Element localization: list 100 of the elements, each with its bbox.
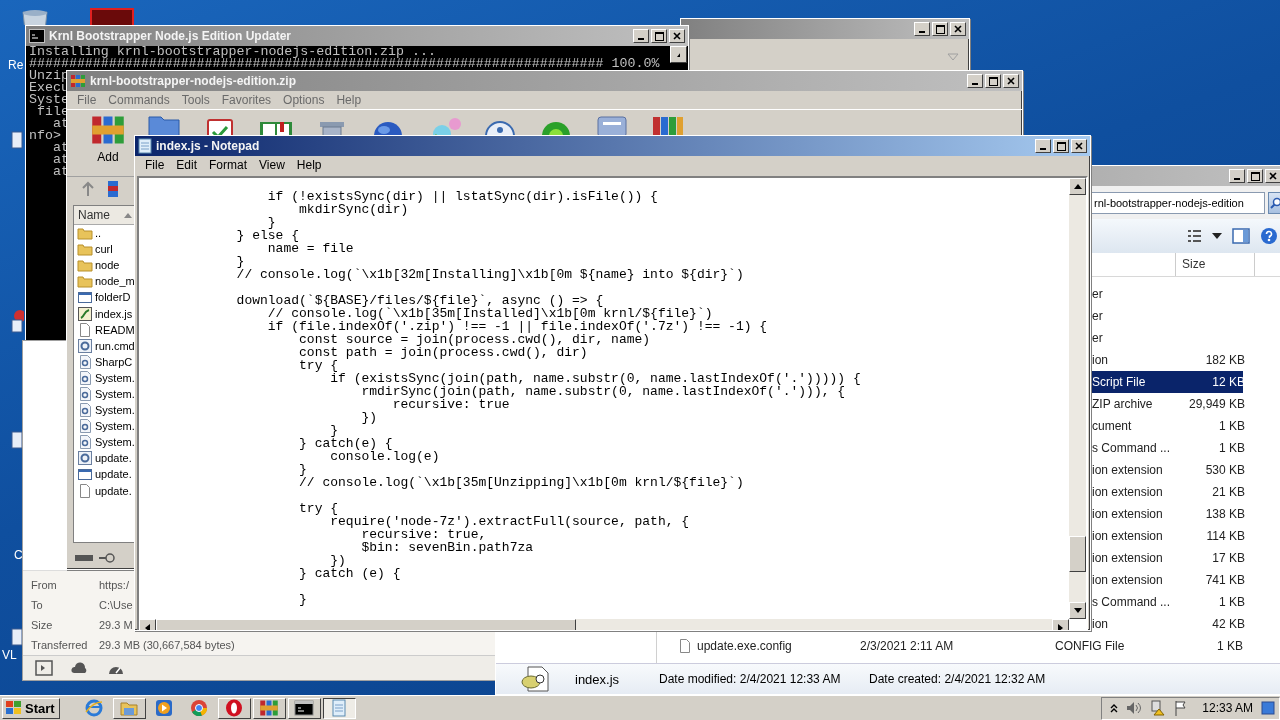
menu-item[interactable]: Help xyxy=(290,157,328,173)
field-value: 29.3 M xyxy=(99,619,133,631)
file-name[interactable]: System. xyxy=(95,420,135,433)
file-row[interactable]: ion 42 KB xyxy=(1090,613,1243,635)
file-name[interactable]: node_m xyxy=(95,275,135,288)
maximize-button[interactable] xyxy=(1247,169,1263,183)
file-row[interactable]: ion extension 138 KB xyxy=(1090,503,1243,525)
scroll-up-button[interactable] xyxy=(670,46,687,63)
file-name[interactable]: folderD xyxy=(95,291,131,304)
menu-item[interactable]: Favorites xyxy=(215,92,278,108)
taskbar-button[interactable] xyxy=(322,697,356,719)
close-icon xyxy=(1007,77,1015,85)
file-name[interactable]: System. xyxy=(95,388,135,400)
code-line: require('node-7z').extractFull(source, path, { xyxy=(329,515,691,528)
file-row[interactable]: ion extension 114 KB xyxy=(1090,525,1243,547)
file-row[interactable]: update.exe.config 2/3/2021 2:11 AM CONFIG File 1 KB xyxy=(677,635,1243,657)
clock[interactable]: 12:33 AM xyxy=(1202,701,1253,715)
help-icon[interactable] xyxy=(1260,227,1278,245)
minimize-button[interactable] xyxy=(967,74,983,88)
file-row[interactable]: ion extension 741 KB xyxy=(1090,569,1243,591)
file-row[interactable]: s Command ... 1 KB xyxy=(1090,437,1243,459)
desktop-icon-label[interactable]: C xyxy=(14,548,23,562)
books-icon xyxy=(650,116,686,135)
close-button[interactable] xyxy=(950,22,966,36)
desktop-icon-label[interactable]: VL xyxy=(2,648,17,662)
menu-item[interactable]: View xyxy=(253,157,291,173)
file-name[interactable]: System. xyxy=(95,436,135,449)
file-name[interactable]: System. xyxy=(95,371,135,384)
file-name[interactable]: update. xyxy=(95,484,132,497)
speaker-icon[interactable] xyxy=(1126,701,1143,715)
file-type: ion extension xyxy=(1092,529,1163,543)
file-size: 17 KB xyxy=(1212,551,1245,565)
close-button[interactable] xyxy=(1003,74,1019,88)
menu-item[interactable]: Format xyxy=(203,157,254,173)
show-desktop-icon[interactable] xyxy=(1261,700,1275,716)
file-name[interactable]: run.cmd xyxy=(95,339,135,352)
desktop-icon[interactable] xyxy=(10,627,24,647)
search-button[interactable] xyxy=(1268,191,1280,214)
file-name[interactable]: update. xyxy=(95,468,132,481)
file-row[interactable]: ion extension 17 KB xyxy=(1090,547,1243,569)
view-icon[interactable] xyxy=(1186,228,1202,244)
file-name[interactable]: node xyxy=(95,259,120,272)
file-size: 21 KB xyxy=(1212,485,1245,499)
start-button[interactable]: Start xyxy=(2,697,60,719)
file-name[interactable]: System. xyxy=(95,404,135,417)
minimize-button[interactable] xyxy=(1035,139,1051,153)
file-name[interactable]: SharpC xyxy=(95,355,133,368)
menu-item[interactable]: Commands xyxy=(102,92,176,108)
file-row[interactable]: er xyxy=(1090,283,1243,305)
document-icon xyxy=(77,482,93,499)
file-name[interactable]: READM xyxy=(95,323,135,336)
menu-item[interactable]: File xyxy=(71,92,103,108)
close-button[interactable] xyxy=(1071,139,1087,153)
scrollbar-thumb[interactable] xyxy=(1069,536,1086,572)
file-size: 1 KB xyxy=(1219,441,1245,455)
desktop-icon[interactable] xyxy=(10,310,24,334)
file-row[interactable]: er xyxy=(1090,327,1243,349)
file-type: ion extension xyxy=(1092,507,1163,521)
file-name[interactable]: .. xyxy=(95,227,102,240)
maximize-button[interactable] xyxy=(985,74,1001,88)
preview-pane-icon[interactable] xyxy=(1232,228,1250,244)
menu-item[interactable]: Options xyxy=(277,92,331,108)
column-header[interactable]: Size xyxy=(1175,253,1255,276)
network-icon[interactable] xyxy=(1150,700,1167,716)
maximize-button[interactable] xyxy=(1053,139,1069,153)
minimize-button[interactable] xyxy=(914,22,930,36)
menu-item[interactable]: File xyxy=(139,157,171,173)
file-row[interactable]: cument 1 KB xyxy=(1090,415,1243,437)
chevron-up-icon[interactable] xyxy=(1110,703,1119,713)
file-type: s Command ... xyxy=(1092,595,1171,609)
desktop-icon[interactable] xyxy=(10,130,24,150)
maximize-button[interactable] xyxy=(932,22,948,36)
menu-item[interactable]: Tools xyxy=(175,92,216,108)
code-line: const path = join(process.cwd(), dir) xyxy=(298,346,589,359)
code-line: const source = join(process.cwd(), dir, name) xyxy=(299,333,651,346)
maximize-button[interactable] xyxy=(651,29,667,43)
flag-icon[interactable] xyxy=(1174,700,1189,716)
file-row[interactable]: er xyxy=(1090,305,1243,327)
menu-item[interactable]: Help xyxy=(330,92,368,108)
address-bar[interactable]: rnl-bootstrapper-nodejs-edition xyxy=(1091,191,1265,214)
file-name[interactable]: curl xyxy=(95,243,113,256)
minimize-button[interactable] xyxy=(633,29,649,43)
menu-item[interactable]: Edit xyxy=(170,157,204,173)
minimize-button[interactable] xyxy=(1229,169,1245,183)
close-button[interactable] xyxy=(1265,169,1280,183)
file-name[interactable]: index.js xyxy=(95,307,133,320)
add-button[interactable]: Add xyxy=(80,112,136,164)
file-row[interactable]: ZIP archive 29,949 KB xyxy=(1090,393,1243,415)
file-row[interactable]: s Command ... 1 KB xyxy=(1090,591,1243,613)
caret-icon[interactable] xyxy=(1212,233,1222,239)
file-row[interactable]: ion extension 21 KB xyxy=(1090,481,1243,503)
console-icon[interactable] xyxy=(35,659,53,677)
vertical-scrollbar[interactable] xyxy=(1069,178,1086,619)
code-line: } else { xyxy=(235,229,301,242)
file-name[interactable]: update. xyxy=(95,452,132,465)
file-row[interactable]: ion extension 530 KB xyxy=(1090,459,1243,481)
desktop-icon-label[interactable]: Re xyxy=(8,58,24,72)
close-button[interactable] xyxy=(669,29,685,43)
file-row[interactable]: ion 182 KB xyxy=(1090,349,1243,371)
desktop-icon[interactable] xyxy=(10,430,24,450)
